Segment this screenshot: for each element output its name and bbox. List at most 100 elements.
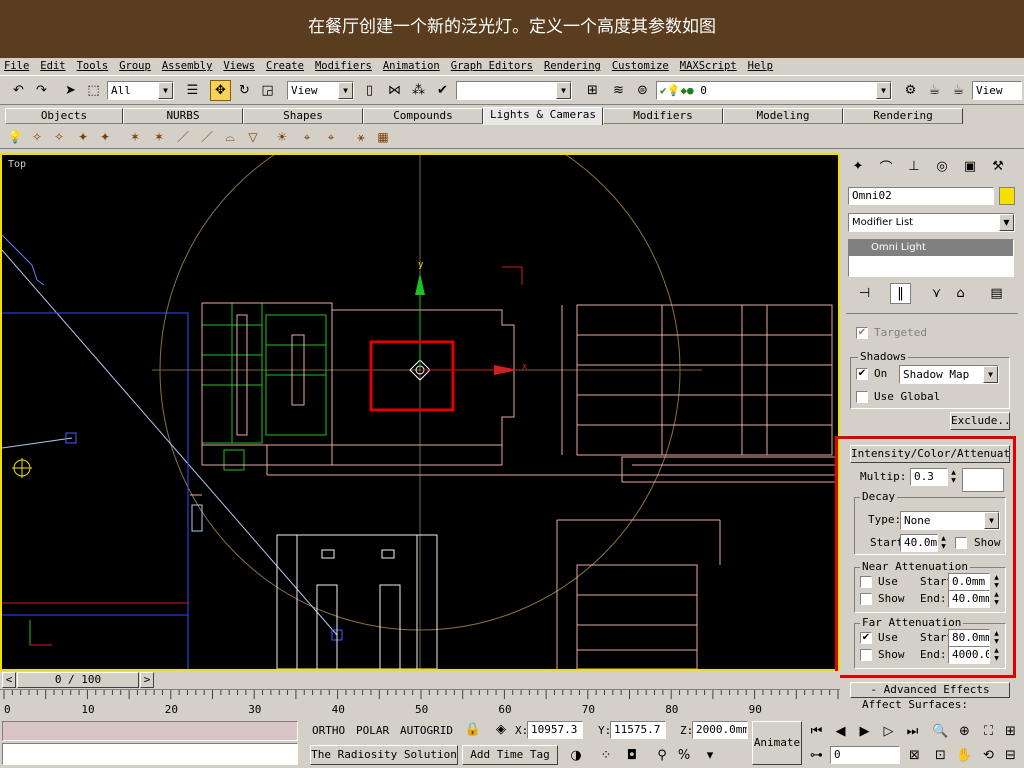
use-global-checkbox[interactable] (856, 391, 868, 403)
zoom-extents-icon[interactable]: ⛶ (978, 721, 999, 742)
create-tab-icon[interactable]: ✦ (846, 156, 870, 177)
display-tab-icon[interactable]: ▣ (958, 156, 982, 177)
utilities-tab-icon[interactable]: ⚒ (986, 156, 1010, 177)
omni-light-icon[interactable]: 💡 (6, 128, 24, 146)
camera-tracker-icon[interactable]: ⌖ (322, 128, 340, 146)
pivot-icon[interactable]: ▯ (359, 80, 380, 101)
tab-lights-cameras[interactable]: Lights & Cameras (483, 107, 603, 125)
time-slider-thumb[interactable]: 0 / 100 (17, 672, 139, 688)
polar-label[interactable]: POLAR (356, 724, 389, 737)
time-slider[interactable]: < 0 / 100 > (0, 671, 840, 689)
select-by-name-icon[interactable]: ☰ (182, 80, 203, 101)
layer-dropdown[interactable]: ✔💡◆● 0 ▼ (656, 81, 892, 100)
ortho-label[interactable]: ORTHO (312, 724, 345, 737)
menu-group[interactable]: Group (119, 60, 151, 72)
spot-light-icon[interactable]: ✧ (28, 128, 46, 146)
grid-icon[interactable]: ▦ (374, 128, 392, 146)
menu-help[interactable]: Help (748, 60, 773, 72)
spinner-snap-icon[interactable]: ⚲ (652, 745, 672, 765)
camera-match-icon[interactable]: ⌖ (298, 128, 316, 146)
free-spot-icon[interactable]: ✧ (50, 128, 68, 146)
keyboard-shortcut-icon[interactable]: ▾ (700, 745, 720, 765)
menu-tools[interactable]: Tools (77, 60, 109, 72)
free-direct-icon[interactable]: ✦ (96, 128, 114, 146)
region-zoom-icon[interactable]: ⊡ (930, 745, 951, 766)
modify-tab-icon[interactable]: ⌒ (874, 156, 898, 177)
go-to-end-icon[interactable]: ⏭ (902, 721, 923, 742)
tab-rendering[interactable]: Rendering (843, 108, 963, 124)
free-camera-icon[interactable]: ✶ (150, 128, 168, 146)
tab-objects[interactable]: Objects (5, 108, 123, 124)
lock-icon[interactable]: 🔒 (464, 720, 482, 738)
menu-animation[interactable]: Animation (383, 60, 440, 72)
photometric-icon[interactable]: ／ (174, 128, 192, 146)
pin-stack-icon[interactable]: ⊣ (854, 283, 875, 304)
go-to-start-icon[interactable]: ⏮ (806, 721, 827, 742)
skylight-icon[interactable]: ▽ (244, 128, 262, 146)
move-icon[interactable]: ✥ (210, 80, 231, 101)
render-scene-icon[interactable]: ⚙ (900, 80, 921, 101)
motion-tab-icon[interactable]: ◎ (930, 156, 954, 177)
render-teapot-icon[interactable]: ☕ (948, 80, 969, 101)
quick-render-icon[interactable]: ☕ (924, 80, 945, 101)
angle-snap-icon[interactable]: ⁘ (596, 745, 616, 765)
snap-toggle-icon[interactable]: ◑ (566, 745, 586, 765)
menu-create[interactable]: Create (266, 60, 304, 72)
redo-icon[interactable]: ↷ (31, 80, 52, 101)
menu-rendering[interactable]: Rendering (544, 60, 601, 72)
menu-graph-editors[interactable]: Graph Editors (451, 60, 533, 72)
array-icon[interactable]: ⁂ (408, 80, 429, 101)
zoom-all-icon[interactable]: ⊕ (954, 721, 975, 742)
tab-modifiers[interactable]: Modifiers (603, 108, 723, 124)
target-camera-icon[interactable]: ✶ (126, 128, 144, 146)
mirror-icon[interactable]: ⋈ (384, 80, 405, 101)
y-coordinate-field[interactable]: 11575.7 (610, 721, 666, 739)
z-coordinate-field[interactable]: 2000.0mm (692, 721, 748, 739)
next-frame-icon[interactable]: > (140, 672, 154, 688)
object-color-swatch[interactable] (999, 187, 1015, 205)
modifier-stack[interactable]: Omni Light (848, 239, 1014, 277)
layers-icon[interactable]: ≋ (608, 80, 629, 101)
radiosity-button[interactable]: The Radiosity Solution (310, 745, 458, 765)
render-view-dropdown[interactable]: View (972, 81, 1022, 100)
modifier-list-dropdown[interactable]: Modifier List ▼ (848, 213, 1015, 232)
show-end-result-icon[interactable]: ‖ (890, 283, 911, 304)
make-unique-icon[interactable]: ⋎ (926, 283, 947, 304)
reference-coord-dropdown[interactable]: View ▼ (287, 81, 354, 100)
selection-filter-dropdown[interactable]: All ▼ (107, 81, 174, 100)
named-selection-dropdown[interactable]: ▼ (456, 81, 572, 100)
configure-sets-icon[interactable]: ▤ (986, 283, 1007, 304)
sunlight-icon[interactable]: ☀ (273, 128, 291, 146)
play-icon[interactable]: ▶ (854, 721, 875, 742)
current-frame-field[interactable]: 0 (830, 746, 900, 764)
align-icon[interactable]: ⊞ (582, 80, 603, 101)
tab-compounds[interactable]: Compounds (363, 108, 483, 124)
time-config-icon[interactable]: ⊠ (904, 745, 925, 766)
track-bar[interactable]: 0 10 20 30 40 50 60 70 80 90 (0, 689, 840, 719)
menu-views[interactable]: Views (223, 60, 255, 72)
menu-edit[interactable]: Edit (40, 60, 65, 72)
zoom-extents-all-icon[interactable]: ⊞ (1000, 721, 1021, 742)
zoom-icon[interactable]: 🔍 (930, 721, 951, 742)
autogrid-label[interactable]: AUTOGRID (400, 724, 453, 737)
menu-maxscript[interactable]: MAXScript (680, 60, 737, 72)
scale-icon[interactable]: ◲ (257, 80, 278, 101)
arc-rotate-icon[interactable]: ⟲ (978, 745, 999, 766)
undo-icon[interactable]: ↶ (8, 80, 29, 101)
pan-icon[interactable]: ✋ (954, 745, 975, 766)
tab-modeling[interactable]: Modeling (723, 108, 843, 124)
menu-file[interactable]: File (4, 60, 29, 72)
hierarchy-tab-icon[interactable]: ⊥ (902, 156, 926, 177)
exclude-button[interactable]: Exclude... (950, 412, 1010, 430)
absolute-mode-icon[interactable]: ◈ (492, 720, 510, 738)
x-coordinate-field[interactable]: 10957.3 (527, 721, 583, 739)
prev-key-icon[interactable]: ◀ (830, 721, 851, 742)
daylight-icon[interactable]: ⚹ (352, 128, 370, 146)
maxscript-listener[interactable] (2, 721, 298, 741)
region-select-icon[interactable]: ⬚ (83, 80, 104, 101)
shadows-on-checkbox[interactable]: ✔ (856, 368, 868, 380)
add-time-tag-button[interactable]: Add Time Tag (462, 745, 558, 765)
animate-button[interactable]: Animate (752, 721, 802, 765)
rotate-icon[interactable]: ↻ (234, 80, 255, 101)
maximize-toggle-icon[interactable]: ⊟ (1000, 745, 1021, 766)
